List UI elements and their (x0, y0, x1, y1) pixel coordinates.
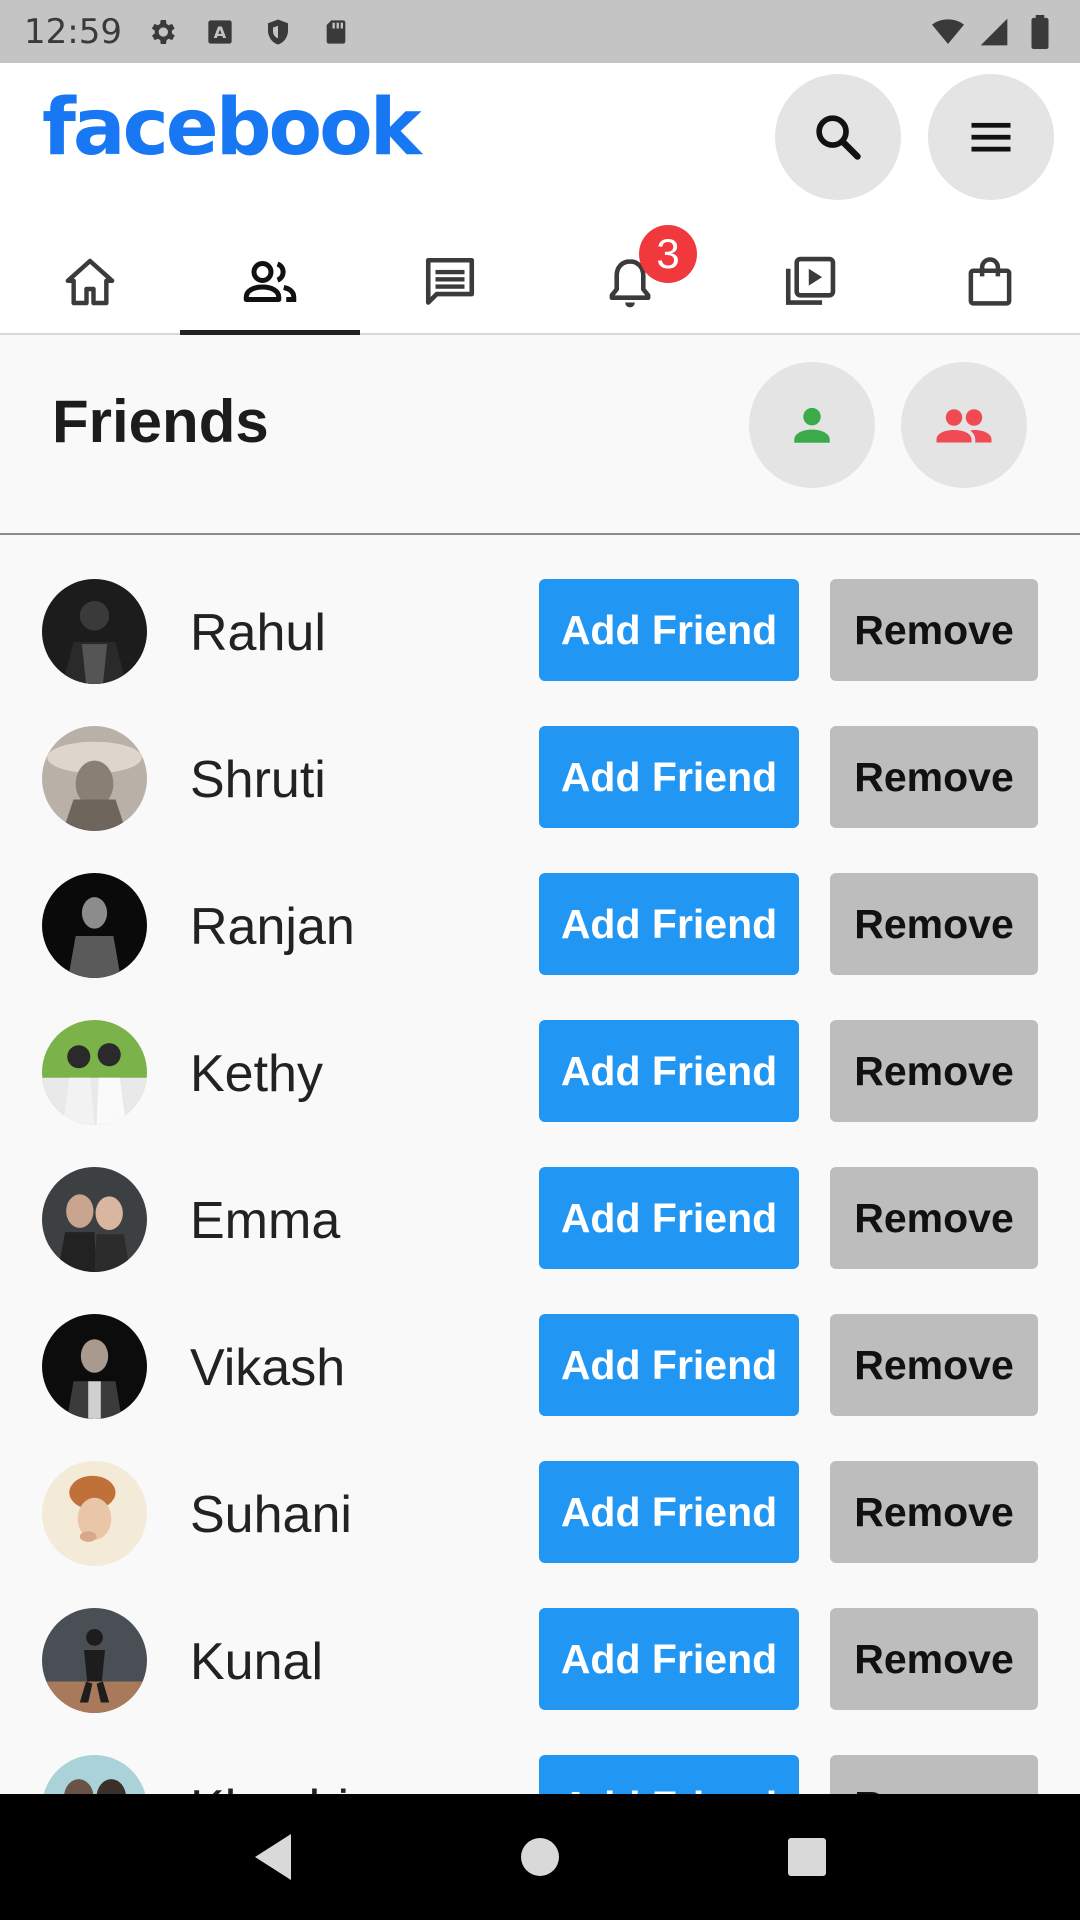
remove-button[interactable]: Remove (830, 726, 1038, 828)
add-friend-button[interactable]: Add Friend (539, 1755, 799, 1794)
friend-list[interactable]: Rahul Add Friend Remove Shruti Add Frien… (0, 541, 1080, 1794)
avatar[interactable] (42, 1314, 147, 1419)
friend-name: Vikash (190, 1339, 346, 1397)
friend-row: Emma Add Friend Remove (0, 1129, 1080, 1276)
add-friend-button[interactable]: Add Friend (539, 1167, 799, 1269)
tab-messages[interactable] (360, 228, 540, 335)
tab-home[interactable] (0, 228, 180, 335)
add-friend-button[interactable]: Add Friend (539, 726, 799, 828)
facebook-logo[interactable]: facebook (42, 83, 422, 173)
notification-badge: 3 (639, 225, 697, 283)
add-friend-button[interactable]: Add Friend (539, 1461, 799, 1563)
friend-name: Rahul (190, 604, 326, 662)
friend-row: Kunal Add Friend Remove (0, 1570, 1080, 1717)
status-icons-left: A (146, 16, 352, 48)
avatar[interactable] (42, 1461, 147, 1566)
friend-name: Kunal (190, 1633, 323, 1691)
add-friend-button[interactable]: Add Friend (539, 1314, 799, 1416)
nav-tabs: 3 (0, 225, 1080, 335)
add-friend-button[interactable]: Add Friend (539, 873, 799, 975)
recents-icon (787, 1838, 826, 1876)
app-header: facebook 3 (0, 63, 1080, 335)
status-icons-right (932, 14, 1056, 49)
remove-button[interactable]: Remove (830, 1608, 1038, 1710)
status-bar: 12:59 A (0, 0, 1080, 63)
home-button[interactable] (510, 1827, 570, 1887)
messages-icon (425, 257, 475, 305)
search-button[interactable] (775, 74, 901, 200)
remove-button[interactable]: Remove (830, 1755, 1038, 1794)
friend-row: Kethy Add Friend Remove (0, 982, 1080, 1129)
menu-button[interactable] (928, 74, 1054, 200)
friend-row: Suhani Add Friend Remove (0, 1423, 1080, 1570)
remove-button[interactable]: Remove (830, 1461, 1038, 1563)
battery-icon (1024, 14, 1056, 49)
back-button[interactable] (243, 1827, 303, 1887)
remove-button[interactable]: Remove (830, 1314, 1038, 1416)
tab-friends[interactable] (180, 228, 360, 335)
friend-row: Khushi Add Friend Remove (0, 1717, 1080, 1794)
remove-button[interactable]: Remove (830, 1020, 1038, 1122)
remove-button[interactable]: Remove (830, 1167, 1038, 1269)
home-circle-icon (520, 1838, 559, 1876)
friend-row: Shruti Add Friend Remove (0, 688, 1080, 835)
tab-video[interactable] (720, 228, 900, 335)
avatar[interactable] (42, 579, 147, 684)
page-title: Friends (52, 388, 269, 455)
remove-button[interactable]: Remove (830, 579, 1038, 681)
avatar[interactable] (42, 1020, 147, 1125)
friend-row: Vikash Add Friend Remove (0, 1276, 1080, 1423)
sd-card-icon (320, 16, 352, 48)
friends-header: Friends (0, 337, 1080, 535)
shield-icon (262, 16, 294, 48)
friend-row: Ranjan Add Friend Remove (0, 835, 1080, 982)
remove-button[interactable]: Remove (830, 873, 1038, 975)
person-icon (794, 407, 830, 443)
avatar[interactable] (42, 1167, 147, 1272)
friend-name: Suhani (190, 1486, 352, 1544)
people-icon (936, 409, 992, 443)
home-icon (65, 258, 115, 305)
search-icon (816, 115, 861, 160)
add-friend-button[interactable]: Add Friend (539, 1608, 799, 1710)
friend-name: Shruti (190, 751, 326, 809)
svg-text:A: A (214, 22, 227, 41)
system-nav-bar (0, 1794, 1080, 1920)
signal-icon (978, 16, 1010, 48)
friend-requests-button[interactable] (749, 362, 875, 488)
menu-icon (971, 122, 1011, 152)
add-friend-button[interactable]: Add Friend (539, 1020, 799, 1122)
recents-button[interactable] (777, 1827, 837, 1887)
avatar[interactable] (42, 1608, 147, 1713)
a-icon: A (204, 16, 236, 48)
add-friend-button[interactable]: Add Friend (539, 579, 799, 681)
avatar[interactable] (42, 1755, 147, 1794)
tab-marketplace[interactable] (900, 228, 1080, 335)
friend-name: Ranjan (190, 898, 355, 956)
settings-icon (146, 16, 178, 48)
wifi-icon (932, 16, 964, 48)
avatar[interactable] (42, 726, 147, 831)
back-icon (255, 1834, 292, 1880)
friend-name: Kethy (190, 1045, 323, 1103)
friends-icon (243, 260, 297, 302)
status-time: 12:59 (24, 11, 122, 52)
video-icon (785, 256, 836, 305)
avatar[interactable] (42, 873, 147, 978)
friend-name: Emma (190, 1192, 341, 1250)
friend-row: Rahul Add Friend Remove (0, 541, 1080, 688)
friend-name: Khushi (190, 1779, 349, 1794)
tab-notifications[interactable]: 3 (540, 225, 720, 335)
marketplace-icon (968, 256, 1012, 306)
all-friends-button[interactable] (901, 362, 1027, 488)
